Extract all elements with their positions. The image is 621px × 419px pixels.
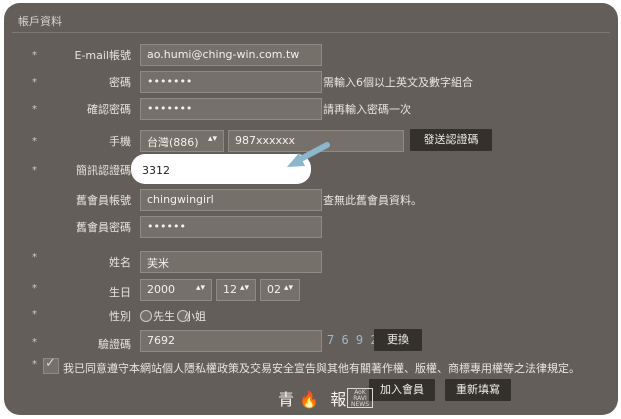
required-star: * <box>32 359 37 370</box>
updown-icon: ▴▾ <box>283 283 293 293</box>
radio-icon <box>140 310 152 322</box>
updown-icon: ▴▾ <box>207 134 217 144</box>
panel-title: 帳戶資料 <box>18 15 62 28</box>
pointer-arrow-icon <box>287 142 330 167</box>
birth-day-select[interactable]: 02 ▴▾ <box>260 279 300 301</box>
birth-month-value: 12 <box>223 283 237 296</box>
logo-char-1: 青 <box>278 390 295 409</box>
brand-logo: 青 🔥 報 <box>278 386 346 410</box>
confirm-password-field[interactable]: ••••••• <box>140 98 322 120</box>
title-divider <box>12 32 610 33</box>
agreement-text: 我已同意遵守本網站個人隱私權政策及交易安全宣告與其他有關著作權、版權、商標專用權… <box>63 362 580 375</box>
old-password-label: 舊會員密碼 <box>76 221 131 234</box>
password-hint: 需輸入6個以上英文及數字組合 <box>323 76 473 89</box>
old-account-hint: 查無此舊會員資料。 <box>323 194 422 207</box>
birthday-label: 生日 <box>109 286 131 299</box>
name-label: 姓名 <box>109 256 131 269</box>
captcha-field[interactable]: 7692 <box>140 330 322 352</box>
name-field[interactable]: 芙米 <box>140 251 322 273</box>
gender-male-radio[interactable] <box>140 310 154 324</box>
news-badge: AoK RAVI NEWS <box>347 388 373 408</box>
country-code-select[interactable]: 台灣(886) ▴▾ <box>140 130 224 152</box>
birth-month-select[interactable]: 12 ▴▾ <box>216 279 256 301</box>
reset-button[interactable]: 重新填寫 <box>445 379 511 401</box>
birth-year-select[interactable]: 2000 ▴▾ <box>140 279 212 301</box>
join-member-button[interactable]: 加入會員 <box>369 379 435 401</box>
gender-male-label: 先生 <box>153 310 175 323</box>
confirm-password-hint: 請再輸入密碼一次 <box>323 103 411 116</box>
captcha-refresh-button[interactable]: 更換 <box>374 329 422 351</box>
captcha-image: 7 6 9 2 <box>327 333 378 347</box>
email-label: E-mail帳號 <box>74 49 132 62</box>
password-label: 密碼 <box>109 76 131 89</box>
agreement-checkbox[interactable]: ✓ <box>43 356 59 374</box>
country-code-value: 台灣(886) <box>147 136 199 149</box>
confirm-password-label: 確認密碼 <box>87 103 131 116</box>
birth-day-value: 02 <box>267 283 281 296</box>
account-info-panel: 帳戶資料 * E-mail帳號 ao.humi@ching-win.com.tw… <box>4 3 618 415</box>
password-field[interactable]: ••••••• <box>140 71 322 93</box>
updown-icon: ▴▾ <box>195 283 205 293</box>
send-code-button[interactable]: 發送認證碼 <box>410 129 492 151</box>
checkmark-icon: ✓ <box>45 356 56 371</box>
flame-icon: 🔥 <box>299 390 320 409</box>
gender-label: 性別 <box>109 310 131 323</box>
old-password-field[interactable]: •••••• <box>140 216 322 238</box>
sms-code-field[interactable]: 3312 <box>142 164 170 177</box>
old-account-field[interactable]: chingwingirl <box>140 189 322 211</box>
email-field[interactable]: ao.humi@ching-win.com.tw <box>140 44 322 66</box>
phone-label: 手機 <box>109 135 131 148</box>
old-account-label: 舊會員帳號 <box>76 194 131 207</box>
birth-year-value: 2000 <box>147 283 175 296</box>
captcha-label: 驗證碼 <box>98 338 131 351</box>
logo-char-2: 報 <box>330 390 347 409</box>
sms-code-label: 簡訊認證碼 <box>76 164 131 177</box>
updown-icon: ▴▾ <box>239 283 249 293</box>
gender-female-label: 小姐 <box>184 310 206 323</box>
